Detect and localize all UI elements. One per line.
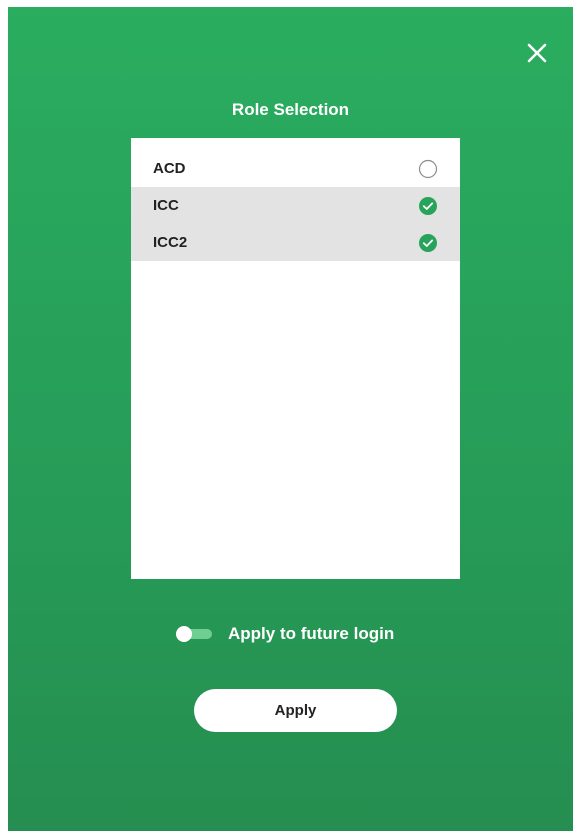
- future-login-toggle[interactable]: [176, 626, 214, 642]
- role-list: ACD ICC ICC2: [131, 138, 460, 579]
- role-item-acd[interactable]: ACD: [131, 150, 460, 187]
- close-button[interactable]: [524, 40, 550, 66]
- future-login-row: Apply to future login: [8, 621, 573, 647]
- apply-button[interactable]: Apply: [194, 689, 397, 732]
- role-item-icc[interactable]: ICC: [131, 187, 460, 224]
- future-login-label: Apply to future login: [228, 624, 395, 643]
- role-item-label: ICC: [153, 197, 179, 214]
- role-item-icc2[interactable]: ICC2: [131, 224, 460, 261]
- check-circle-icon[interactable]: [418, 196, 438, 216]
- radio-unchecked-icon[interactable]: [418, 159, 438, 179]
- role-selection-dialog: Role Selection ACD ICC ICC2 Apply to fut…: [8, 7, 573, 831]
- close-icon: [527, 43, 547, 63]
- dialog-title: Role Selection: [231, 100, 350, 119]
- role-item-label: ACD: [153, 160, 186, 177]
- check-circle-icon[interactable]: [418, 233, 438, 253]
- toggle-knob: [176, 626, 192, 642]
- role-item-label: ICC2: [153, 234, 188, 251]
